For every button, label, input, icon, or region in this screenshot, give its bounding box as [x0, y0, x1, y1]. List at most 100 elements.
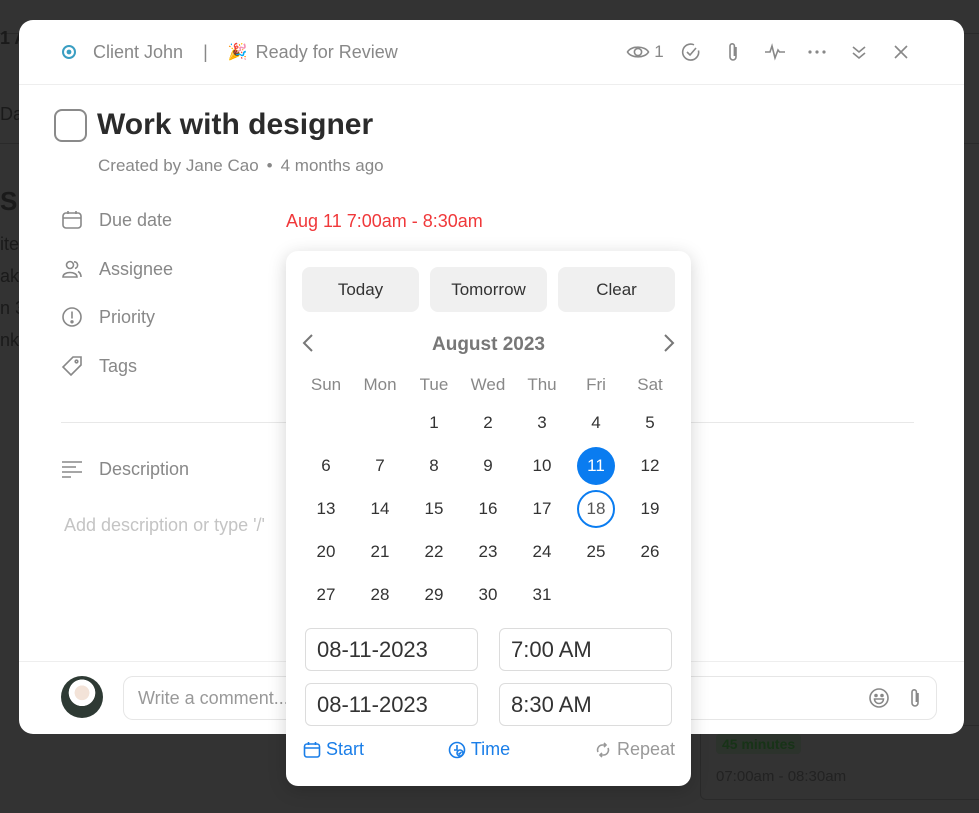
calendar-day[interactable]: 20 — [299, 530, 353, 573]
empty-day-cell — [353, 401, 407, 444]
chevron-left-icon — [302, 333, 313, 352]
calendar-day[interactable]: 4 — [569, 401, 623, 444]
watchers-button[interactable]: 1 — [620, 37, 670, 67]
start-toggle[interactable]: Start — [303, 739, 364, 760]
attach-button[interactable] — [712, 37, 754, 67]
calendar-day[interactable]: 19 — [623, 487, 677, 530]
calendar-day[interactable]: 1 — [407, 401, 461, 444]
calendar-day-today[interactable]: 18 — [569, 487, 623, 530]
day-number: 23 — [478, 541, 498, 561]
weekday-header: Thu — [527, 375, 557, 394]
calendar-day[interactable]: 8 — [407, 444, 461, 487]
day-number: 6 — [321, 455, 331, 475]
field-description: Description — [61, 458, 189, 480]
complete-button[interactable] — [670, 37, 712, 67]
project-target-icon — [62, 45, 76, 59]
calendar-day[interactable]: 2 — [461, 401, 515, 444]
calendar-day[interactable]: 6 — [299, 444, 353, 487]
field-due-date[interactable]: Due date — [61, 209, 172, 231]
due-date-value[interactable]: Aug 11 7:00am - 8:30am — [286, 211, 483, 232]
calendar-day[interactable]: 25 — [569, 530, 623, 573]
calendar-day[interactable]: 12 — [623, 444, 677, 487]
day-number: 9 — [483, 455, 493, 475]
description-input[interactable]: Add description or type '/' — [64, 515, 265, 536]
field-tags[interactable]: Tags — [61, 355, 137, 377]
activity-pulse-icon — [765, 43, 785, 61]
field-priority[interactable]: Priority — [61, 306, 155, 328]
calendar-day[interactable]: 27 — [299, 573, 353, 616]
calendar-day[interactable]: 26 — [623, 530, 677, 573]
repeat-label: Repeat — [616, 739, 675, 759]
day-number: 18 — [577, 489, 615, 528]
priority-label: Priority — [99, 306, 156, 327]
calendar-day[interactable]: 16 — [461, 487, 515, 530]
party-popper-icon: 🎉 — [227, 44, 248, 61]
calendar-day[interactable]: 28 — [353, 573, 407, 616]
next-month-button[interactable] — [663, 333, 675, 358]
calendar-day[interactable]: 9 — [461, 444, 515, 487]
end-date-input[interactable]: 08-11-2023 — [305, 683, 478, 726]
calendar-day[interactable]: 17 — [515, 487, 569, 530]
breadcrumb: Client John | 🎉 Ready for Review — [61, 42, 398, 63]
weekday-header: Mon — [363, 375, 397, 394]
calendar-day[interactable]: 22 — [407, 530, 461, 573]
calendar-day-selected[interactable]: 11 — [569, 444, 623, 487]
quick-date-buttons: Today Tomorrow Clear — [302, 267, 675, 312]
calendar-day[interactable]: 10 — [515, 444, 569, 487]
watchers-count: 1 — [654, 42, 664, 61]
paperclip-icon[interactable] — [908, 687, 922, 709]
close-icon — [894, 45, 908, 59]
calendar-day[interactable]: 3 — [515, 401, 569, 444]
weekday-header: Sun — [310, 375, 342, 394]
day-number: 24 — [532, 541, 552, 561]
day-number: 27 — [316, 584, 336, 604]
task-complete-checkbox[interactable] — [54, 108, 87, 142]
created-ago: 4 months ago — [280, 156, 384, 175]
avatar — [61, 676, 103, 718]
day-number: 21 — [370, 541, 390, 561]
text-align-left-icon — [61, 458, 83, 480]
calendar-day[interactable]: 13 — [299, 487, 353, 530]
day-number: 29 — [424, 584, 444, 604]
project-link[interactable]: Client John — [93, 42, 183, 63]
prev-month-button[interactable] — [302, 333, 314, 358]
day-number: 13 — [316, 498, 336, 518]
repeat-toggle[interactable]: Repeat — [594, 739, 675, 760]
calendar-day[interactable]: 5 — [623, 401, 677, 444]
calendar-day[interactable]: 15 — [407, 487, 461, 530]
emoji-smile-icon[interactable] — [868, 687, 890, 709]
time-toggle[interactable]: Time — [448, 739, 510, 760]
calendar-day[interactable]: 23 — [461, 530, 515, 573]
calendar-day[interactable]: 24 — [515, 530, 569, 573]
day-number: 19 — [640, 498, 660, 518]
description-label: Description — [99, 458, 190, 479]
more-button[interactable] — [796, 37, 838, 67]
chevron-right-icon — [664, 333, 675, 352]
calendar-day[interactable]: 29 — [407, 573, 461, 616]
close-button[interactable] — [880, 37, 922, 67]
task-title[interactable]: Work with designer — [97, 108, 373, 142]
activity-button[interactable] — [754, 37, 796, 67]
day-number: 16 — [478, 498, 498, 518]
start-time-input[interactable]: 7:00 AM — [499, 628, 672, 671]
tomorrow-button[interactable]: Tomorrow — [430, 267, 547, 312]
field-assignee[interactable]: Assignee — [61, 258, 173, 280]
calendar-day[interactable]: 14 — [353, 487, 407, 530]
due-date-label: Due date — [99, 209, 173, 230]
users-icon — [61, 258, 83, 280]
collapse-button[interactable] — [838, 37, 880, 67]
calendar-day[interactable]: 31 — [515, 573, 569, 616]
day-number: 3 — [537, 412, 547, 432]
status-link[interactable]: Ready for Review — [256, 42, 398, 63]
day-number: 26 — [640, 541, 660, 561]
clear-button[interactable]: Clear — [558, 267, 675, 312]
more-dots-icon — [808, 50, 826, 54]
today-button[interactable]: Today — [302, 267, 419, 312]
calendar-day[interactable]: 7 — [353, 444, 407, 487]
start-date-input[interactable]: 08-11-2023 — [305, 628, 478, 671]
calendar-day[interactable]: 30 — [461, 573, 515, 616]
end-time-input[interactable]: 8:30 AM — [499, 683, 672, 726]
weekday-header: Wed — [470, 375, 506, 394]
day-number: 30 — [478, 584, 498, 604]
calendar-day[interactable]: 21 — [353, 530, 407, 573]
